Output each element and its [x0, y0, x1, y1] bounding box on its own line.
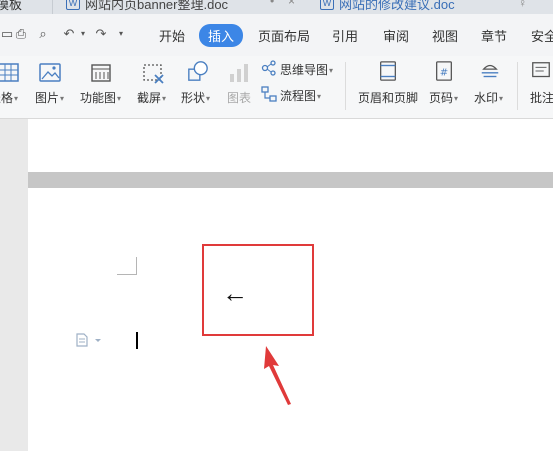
function-chart-button[interactable]: 功能图▾ [80, 89, 121, 106]
tab-banner-doc[interactable]: W 网站内页banner整理.doc [66, 0, 228, 13]
chart-icon [230, 64, 248, 82]
doc-icon: W [66, 0, 80, 10]
comment-button[interactable]: 批注 [530, 89, 553, 106]
header-footer-button[interactable]: 页眉和页脚 [358, 89, 418, 106]
flowchart-label: 流程图 [280, 89, 317, 103]
watermark-icon[interactable] [478, 60, 502, 82]
menu-view[interactable]: 视图 [432, 26, 458, 45]
tab-template[interactable]: 模板 [0, 0, 22, 13]
tooltip-bulb-icon[interactable]: ♀ [518, 0, 527, 10]
table-label: 表格 [0, 91, 14, 105]
page-previous[interactable] [28, 119, 553, 172]
picture-icon[interactable] [38, 62, 62, 84]
margin-corner-mark [117, 257, 137, 275]
menu-references[interactable]: 引用 [332, 26, 358, 45]
tab-divider [52, 0, 53, 14]
menu-security[interactable]: 安全 [531, 26, 553, 45]
svg-text:#: # [440, 68, 448, 79]
table-icon[interactable] [0, 62, 20, 84]
page-number-label: 页码 [429, 91, 454, 105]
tab-close-icon[interactable]: × [288, 0, 295, 8]
shape-button[interactable]: 形状▾ [181, 89, 210, 106]
mind-map-button[interactable]: 思维导图▾ [280, 61, 333, 78]
table-button[interactable]: 表格▾ [0, 89, 18, 106]
undo-icon[interactable]: ↶ [62, 27, 76, 41]
picture-label: 图片 [35, 91, 60, 105]
page-number-button[interactable]: 页码▾ [429, 89, 458, 106]
ribbon-divider [517, 62, 518, 110]
tab-template-label: 模板 [0, 0, 23, 12]
text-cursor [136, 332, 138, 349]
print-preview-icon[interactable]: ⌕ [36, 27, 50, 41]
doc-icon: W [320, 0, 334, 10]
left-margin-strip [0, 119, 28, 451]
function-chart-icon[interactable] [89, 62, 113, 84]
inserted-arrow-symbol: ← [222, 278, 248, 308]
chevron-down-icon[interactable]: ▾ [114, 27, 128, 41]
mind-map-icon[interactable] [261, 60, 277, 76]
screenshot-button[interactable]: 截屏▾ [137, 89, 166, 106]
redo-icon[interactable]: ↷ [94, 27, 108, 41]
paragraph-layout-icon[interactable] [76, 333, 102, 347]
screenshot-label: 截屏 [137, 91, 162, 105]
annotation-arrow [264, 346, 291, 405]
print-icon[interactable]: ⎙ [14, 27, 28, 41]
title-tab-bar: 模板 W 网站内页banner整理.doc • × W 网站的修改建议.doc … [0, 0, 553, 14]
highlight-box [202, 244, 314, 336]
close-icon[interactable]: • [270, 0, 274, 8]
shape-icon[interactable] [186, 60, 210, 82]
flowchart-icon[interactable] [261, 86, 277, 102]
chevron-down-icon[interactable]: ▾ [76, 27, 90, 41]
picture-button[interactable]: 图片▾ [35, 89, 64, 106]
page-gap [28, 172, 553, 188]
menu-review[interactable]: 审阅 [383, 26, 409, 45]
header-footer-icon[interactable] [376, 60, 400, 82]
ribbon-divider [345, 62, 346, 110]
tab-banner-doc-label: 网站内页banner整理.doc [85, 0, 229, 12]
page-number-icon[interactable]: # [432, 60, 456, 82]
save-icon[interactable]: ▭ [0, 27, 14, 41]
shape-label: 形状 [181, 91, 206, 105]
tab-suggestions-doc-label: 网站的修改建议.doc [339, 0, 455, 12]
watermark-label: 水印 [474, 91, 499, 105]
menu-start[interactable]: 开始 [159, 26, 185, 45]
screenshot-icon[interactable] [141, 62, 165, 84]
function-chart-label: 功能图 [80, 91, 117, 105]
mind-map-label: 思维导图 [280, 63, 329, 77]
menu-chapter[interactable]: 章节 [481, 26, 507, 45]
comment-icon[interactable] [529, 60, 553, 82]
menu-insert[interactable]: 插入 [199, 24, 244, 47]
menu-page-layout[interactable]: 页面布局 [258, 26, 310, 45]
tab-suggestions-doc[interactable]: W 网站的修改建议.doc [320, 0, 455, 13]
watermark-button[interactable]: 水印▾ [474, 89, 503, 106]
flowchart-button[interactable]: 流程图▾ [280, 87, 321, 104]
chart-button: 图表 [227, 91, 252, 105]
